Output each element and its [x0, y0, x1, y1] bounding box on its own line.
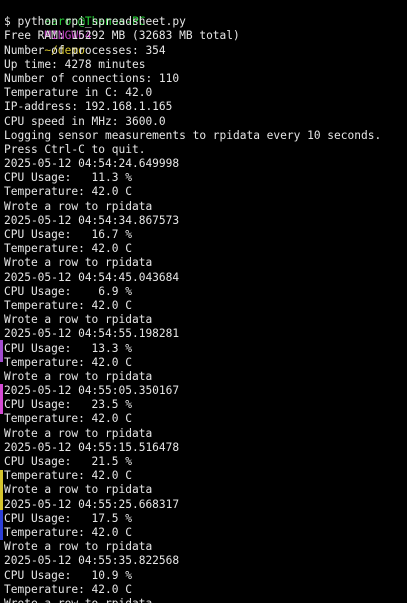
output-line: Wrote a row to rpidata: [4, 426, 153, 440]
output-line: Wrote a row to rpidata: [4, 597, 407, 603]
output-line: Temperature: 42.0 C: [4, 242, 132, 256]
prompt-line: aaron@Thanos-PC MINGW64 ~/demo: [4, 1, 407, 56]
scroll-markers: [0, 0, 3, 603]
command-line: $ python rpi_spreadsheet.py: [4, 15, 186, 29]
output-line: Temperature in C: 42.0: [4, 86, 153, 100]
output-line: Temperature: 42.0 C: [4, 582, 132, 596]
output-line: 2025-05-12 04:55:35.822568: [4, 554, 180, 568]
output-line: 2025-05-12 04:54:24.649998: [4, 157, 180, 171]
marker-blue: [0, 510, 3, 540]
output-line: Temperature: 42.0 C: [4, 298, 132, 312]
output-line: Press Ctrl-C to quit.: [4, 142, 146, 156]
output-line: CPU Usage: 21.5 %: [4, 455, 132, 468]
marker-purple: [0, 340, 3, 362]
output-line: Temperature: 42.0 C: [4, 185, 132, 199]
output-line: CPU Usage: 10.9 %: [4, 568, 132, 582]
output-line: 2025-05-12 04:55:25.668317: [4, 497, 180, 511]
output-line: Wrote a row to rpidata: [4, 369, 153, 383]
output-line: 2025-05-12 04:54:45.043684: [4, 270, 180, 284]
output-line: 2025-05-12 04:55:05.350167: [4, 384, 180, 398]
output-line: 2025-05-12 04:55:15.516478: [4, 440, 180, 454]
output-line: Wrote a row to rpidata: [4, 483, 153, 497]
terminal-window[interactable]: aaron@Thanos-PC MINGW64 ~/demo $ python …: [0, 0, 407, 603]
output-line: CPU Usage: 16.7 %: [4, 228, 132, 241]
output-line: CPU speed in MHz: 3600.0: [4, 114, 166, 128]
output-line: Logging sensor measurements to rpidata e…: [4, 128, 382, 142]
output-line: IP-address: 192.168.1.165: [4, 100, 173, 114]
marker-yellow: [0, 470, 3, 510]
output-line: Wrote a row to rpidata: [4, 313, 153, 327]
output-line: CPU Usage: 13.3 %: [4, 341, 132, 355]
output-line: Temperature: 42.0 C: [4, 469, 132, 483]
output-line: 2025-05-12 04:54:55.198281: [4, 327, 180, 341]
output-line: Temperature: 42.0 C: [4, 355, 132, 369]
output-line: CPU Usage: 17.5 %: [4, 511, 132, 525]
output-line: CPU Usage: 23.5 %: [4, 398, 132, 412]
output-line: Up time: 4278 minutes: [4, 57, 146, 71]
output-lines: Free RAM: 15292 MB (32683 MB total) Numbe…: [4, 29, 407, 603]
marker-pink: [0, 384, 3, 414]
output-line: CPU Usage: 6.9 %: [4, 284, 132, 298]
output-line: Number of connections: 110: [4, 71, 180, 85]
output-line: 2025-05-12 04:54:34.867573: [4, 213, 180, 227]
output-line: Wrote a row to rpidata: [4, 199, 153, 213]
output-line: CPU Usage: 11.3 %: [4, 171, 132, 185]
terminal-output: aaron@Thanos-PC MINGW64 ~/demo $ python …: [4, 1, 407, 603]
output-line: Free RAM: 15292 MB (32683 MB total): [4, 29, 240, 43]
output-line: Wrote a row to rpidata: [4, 256, 153, 270]
output-line: Number of processes: 354: [4, 43, 166, 57]
output-line: Temperature: 42.0 C: [4, 525, 132, 539]
output-line: Temperature: 42.0 C: [4, 412, 132, 426]
output-line: Wrote a row to rpidata: [4, 540, 153, 554]
